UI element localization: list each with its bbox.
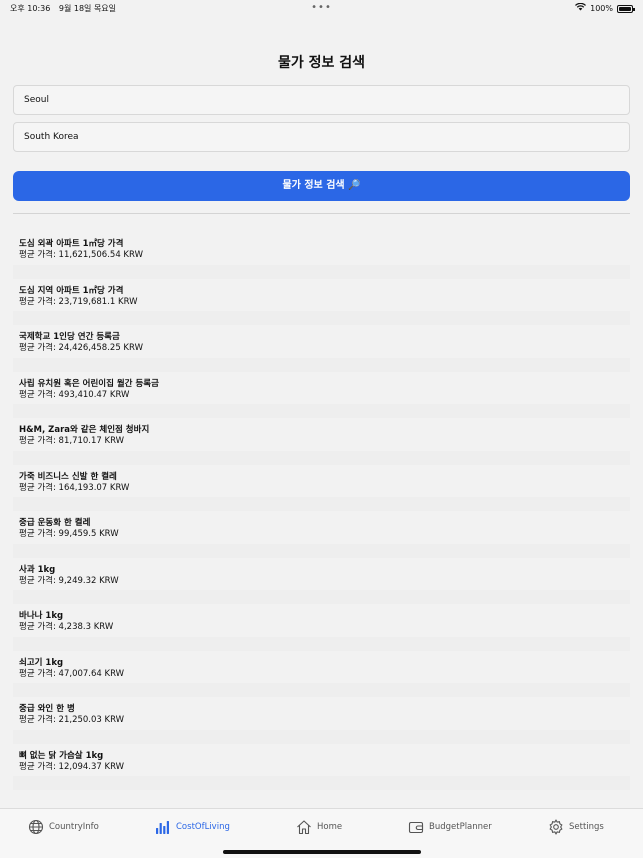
home-indicator[interactable] — [222, 850, 421, 854]
list-item: 중급 운동화 한 켤레 평균 가격: 99,459.5 KRW — [13, 511, 630, 558]
tab-label: CountryInfo — [49, 822, 99, 832]
tab-costofliving[interactable]: CostOfLiving — [155, 819, 230, 835]
wifi-icon — [575, 2, 587, 14]
results-list[interactable]: 도심 외곽 아파트 1㎡당 가격 평균 가격: 11,621,506.54 KR… — [13, 232, 630, 807]
status-indicators: 100% — [575, 2, 635, 14]
item-price: 평균 가격: 99,459.5 KRW — [19, 529, 119, 539]
item-price: 평균 가격: 493,410.47 KRW — [19, 389, 130, 400]
list-item: 도심 지역 아파트 1㎡당 가격 평균 가격: 23,719,681.1 KRW — [13, 278, 630, 325]
item-price: 평균 가격: 9,249.32 KRW — [19, 575, 119, 586]
item-name: 사립 유치원 혹은 어린이집 월간 등록금 — [19, 378, 159, 389]
item-name: 중급 운동화 한 켤레 — [19, 518, 91, 528]
item-name: 바나나 1kg — [19, 611, 64, 621]
multitasking-dots-icon[interactable]: ••• — [311, 2, 332, 13]
tab-label: CostOfLiving — [176, 822, 230, 832]
item-name: 뼈 없는 닭 가슴살 1kg — [19, 750, 104, 761]
list-item: 사립 유치원 혹은 어린이집 월간 등록금 평균 가격: 493,410.47 … — [13, 371, 630, 418]
list-item: 가죽 비즈니스 신발 한 켤레 평균 가격: 164,193.07 KRW — [13, 464, 630, 511]
tab-label: Settings — [569, 822, 604, 832]
list-item: 사과 1kg 평균 가격: 9,249.32 KRW — [13, 557, 630, 604]
item-price: 평균 가격: 11,621,506.54 KRW — [19, 250, 143, 260]
tab-countryinfo[interactable]: CountryInfo — [28, 819, 99, 835]
item-price: 평균 가격: 12,094.37 KRW — [19, 761, 125, 772]
status-time-date: 오후 10:36 9월 18일 목요일 — [10, 3, 122, 14]
item-price: 평균 가격: 24,426,458.25 KRW — [19, 343, 143, 353]
list-item: 쇠고기 1kg 평균 가격: 47,007.64 KRW — [13, 650, 630, 697]
item-name: 도심 외곽 아파트 1㎡당 가격 — [19, 239, 124, 249]
list-item: 국제학교 1인당 연간 등록금 평균 가격: 24,426,458.25 KRW — [13, 325, 630, 372]
item-name: 도심 지역 아파트 1㎡당 가격 — [19, 285, 124, 296]
list-item: 도심 외곽 아파트 1㎡당 가격 평균 가격: 11,621,506.54 KR… — [13, 232, 630, 279]
item-name: H&M, Zara와 같은 체인점 청바지 — [19, 425, 150, 435]
list-item: 중급 와인 한 병 평균 가격: 21,250.03 KRW — [13, 697, 630, 744]
country-field[interactable]: South Korea — [13, 122, 630, 152]
item-name: 쇠고기 1kg — [19, 657, 64, 668]
item-price: 평균 가격: 164,193.07 KRW — [19, 482, 130, 493]
globe-icon — [28, 819, 44, 835]
battery-percent: 100% — [590, 4, 613, 13]
battery-icon — [617, 4, 635, 13]
item-price: 평균 가격: 81,710.17 KRW — [19, 436, 125, 446]
status-time: 오후 10:36 — [10, 4, 51, 13]
tab-label: Home — [317, 822, 343, 832]
tab-bar: CountryInfo CostOfLiving Home BudgetPlan… — [0, 808, 643, 858]
list-item — [13, 790, 630, 807]
divider — [13, 213, 630, 214]
item-name: 국제학교 1인당 연간 등록금 — [19, 332, 120, 342]
item-name: 중급 와인 한 병 — [19, 704, 75, 714]
chart-icon — [155, 819, 171, 835]
list-item: H&M, Zara와 같은 체인점 청바지 평균 가격: 81,710.17 K… — [13, 418, 630, 465]
tab-label: BudgetPlanner — [429, 822, 492, 832]
gear-icon — [548, 819, 564, 835]
tab-home[interactable]: Home — [296, 819, 342, 835]
item-price: 평균 가격: 21,250.03 KRW — [19, 715, 125, 725]
item-name: 사과 1kg — [19, 564, 56, 575]
page-title: 물가 정보 검색 — [277, 55, 366, 71]
item-price: 평균 가격: 47,007.64 KRW — [19, 668, 125, 679]
tab-settings[interactable]: Settings — [548, 819, 604, 835]
list-item: 뼈 없는 닭 가슴살 1kg 평균 가격: 12,094.37 KRW — [13, 743, 630, 790]
search-button[interactable]: 물가 정보 검색 🔎 — [13, 171, 630, 201]
house-icon — [296, 819, 312, 835]
item-price: 평균 가격: 23,719,681.1 KRW — [19, 296, 138, 307]
city-field[interactable]: Seoul — [13, 85, 630, 115]
list-item: 바나나 1kg 평균 가격: 4,238.3 KRW — [13, 604, 630, 651]
status-bar: 오후 10:36 9월 18일 목요일 ••• 100% — [0, 0, 643, 16]
item-name: 가죽 비즈니스 신발 한 켤레 — [19, 471, 117, 482]
status-date: 9월 18일 목요일 — [58, 4, 117, 13]
tab-budgetplanner[interactable]: BudgetPlanner — [408, 819, 492, 835]
wallet-icon — [408, 819, 424, 835]
item-price: 평균 가격: 4,238.3 KRW — [19, 622, 114, 632]
